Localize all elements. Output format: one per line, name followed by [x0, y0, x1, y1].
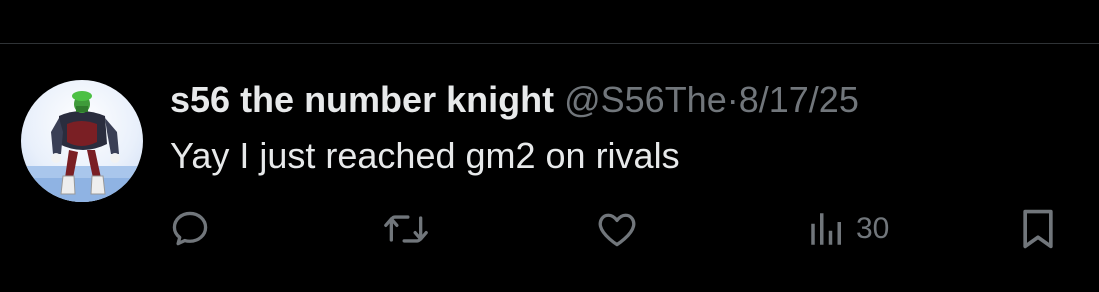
more-options-icon[interactable]: ⋯	[1049, 0, 1073, 6]
separator-dot: ·	[726, 79, 739, 120]
heart-icon	[598, 213, 636, 247]
avatar[interactable]	[21, 80, 143, 202]
display-name[interactable]: s56 the number knight	[170, 79, 554, 120]
views-chart-icon	[811, 213, 841, 245]
views-count: 30	[856, 212, 890, 245]
post-text: Yay I just reached gm2 on rivals	[170, 135, 680, 176]
reply-icon	[172, 211, 208, 246]
repost-button[interactable]	[382, 204, 430, 254]
views-button[interactable]: 30	[806, 204, 889, 254]
like-button[interactable]	[594, 204, 640, 254]
post-header: s56 the number knight @S56The·8/17/25	[170, 78, 859, 122]
post-date[interactable]: 8/17/25	[739, 79, 859, 120]
bookmark-button[interactable]	[1016, 204, 1060, 254]
repost-icon	[384, 215, 428, 243]
user-handle[interactable]: @S56The	[564, 79, 727, 120]
character-avatar-icon	[21, 91, 143, 202]
reply-button[interactable]	[168, 204, 212, 254]
bookmark-icon	[1023, 209, 1053, 249]
action-bar: 30	[0, 204, 1099, 254]
post[interactable]: s56 the number knight @S56The·8/17/25 Ya…	[0, 44, 1099, 292]
